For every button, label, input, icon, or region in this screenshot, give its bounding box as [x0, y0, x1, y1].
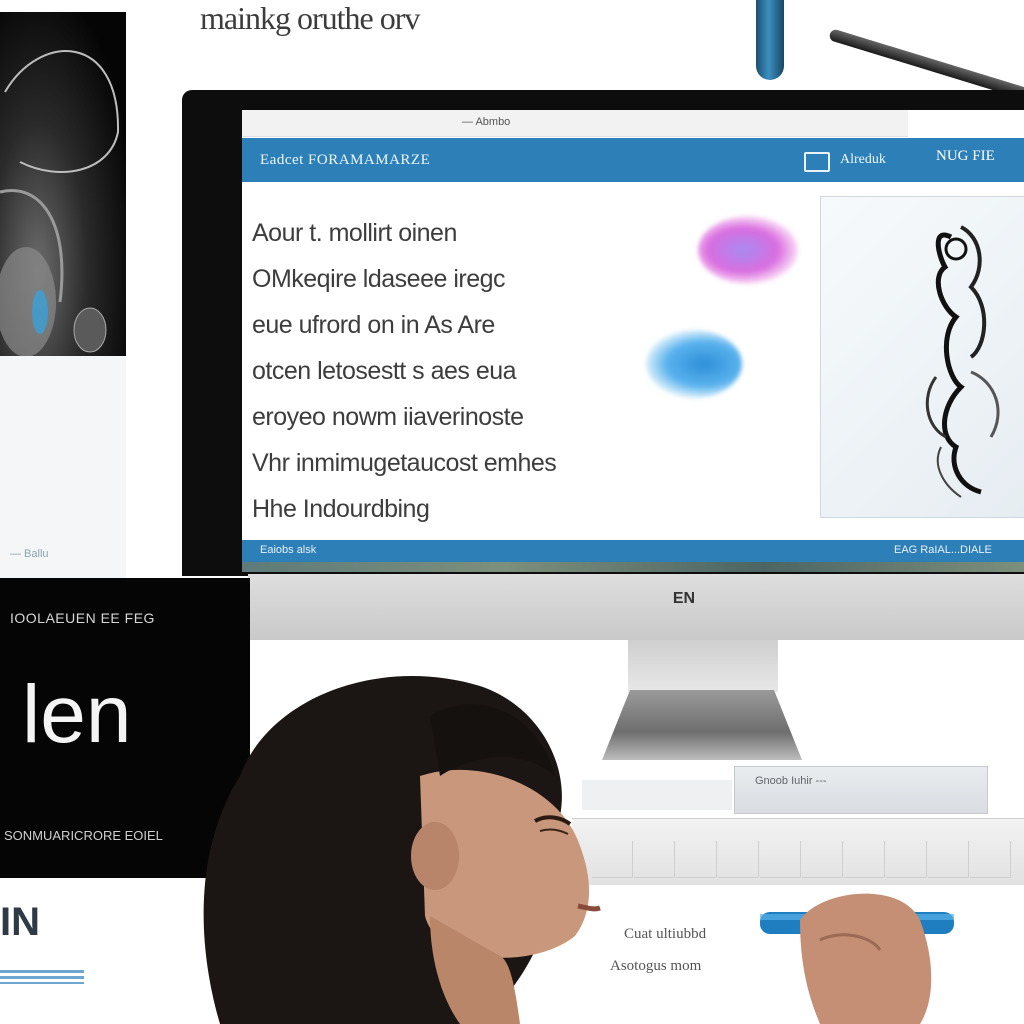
keyboard-key[interactable]: [844, 841, 885, 878]
under-sign-text: IN: [0, 900, 40, 944]
content-line: eroyeo nowm iiaverinoste: [252, 403, 524, 431]
left-lower-panel: [0, 356, 126, 578]
striped-bar: [0, 970, 84, 984]
page-heading: mainkg oruthe orv: [200, 0, 420, 36]
pink-paint-blob: [698, 216, 798, 284]
keyboard-key[interactable]: [928, 841, 969, 878]
content-line: Vhr inmimugetaucost emhes: [252, 449, 557, 477]
header-search-link[interactable]: Alreduk: [840, 152, 932, 170]
keyboard-keys[interactable]: [572, 841, 1024, 881]
address-bar[interactable]: — Abmbo: [242, 110, 908, 137]
keyboard-key[interactable]: [802, 841, 843, 878]
address-text: — Abmbo: [462, 116, 511, 128]
monitor-chin: [248, 574, 1024, 640]
face-sketch-illustration: [0, 50, 120, 356]
sign-caption-top: IOOLAEUEN EE FEG: [10, 610, 155, 626]
keyboard[interactable]: [572, 818, 1024, 885]
left-photo-caption: — Ballu: [10, 548, 49, 560]
content-line: Hhe Indourdbing: [252, 495, 430, 523]
woman-portrait: [203, 676, 601, 1024]
monitor-stand-neck: [628, 640, 778, 692]
blue-paint-blob: [646, 330, 742, 398]
monitor-screen: — Abmbo Eadcet FORAMAMARZE Alreduk NUG F…: [242, 110, 1024, 572]
left-photo-panel: [0, 12, 126, 356]
status-left-text: Eaiobs alsk: [260, 544, 317, 556]
app-title: Eadcet FORAMAMARZE: [260, 152, 431, 168]
keyboard-key[interactable]: [634, 841, 675, 878]
status-bar: Eaiobs alsk EAG RaIAL...DIALE: [242, 540, 1024, 562]
monitor-stand-base: [602, 690, 802, 760]
keyboard-key[interactable]: [886, 841, 927, 878]
monitor-logo: EN: [672, 590, 696, 607]
pen-cap: [756, 0, 784, 80]
keyboard-key[interactable]: [718, 841, 759, 878]
status-right-text: EAG RaIAL...DIALE: [894, 544, 992, 556]
shelf-label-text: Gnoob Iuhir ---: [755, 775, 827, 787]
hand-holding-pen: [760, 893, 954, 1024]
header-user-link[interactable]: NUG FIE: [936, 148, 1022, 170]
ink-figure-artwork: [820, 196, 1024, 518]
shelf-label: Gnoob Iuhir ---: [734, 766, 988, 814]
window-icon[interactable]: [804, 152, 830, 172]
taskbar-strip: [242, 562, 1024, 572]
keyboard-key[interactable]: [676, 841, 717, 878]
app-header: Eadcet FORAMAMARZE Alreduk NUG FIE: [242, 138, 1024, 182]
keyboard-key[interactable]: [970, 841, 1011, 878]
keyboard-key[interactable]: [760, 841, 801, 878]
ink-figure-drawing: [925, 225, 1000, 498]
